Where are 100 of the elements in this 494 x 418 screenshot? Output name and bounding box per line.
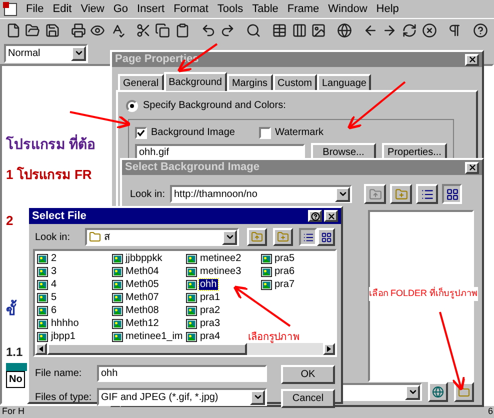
radio-label: Specify Background and Colors: [143, 99, 286, 113]
window-title: Select Background Image [125, 160, 260, 176]
list-entry[interactable]: pra5 [274, 253, 296, 264]
menu-item[interactable]: Insert [137, 0, 165, 18]
folder-icon [89, 231, 101, 243]
app-icon [4, 2, 17, 16]
menu-item[interactable]: Help [376, 0, 399, 18]
list-entry[interactable]: jbpp1 [50, 331, 76, 342]
image-file-icon [112, 318, 122, 328]
image-file-icon [112, 266, 122, 276]
menu-item[interactable]: Frame [287, 0, 320, 18]
list-entry[interactable]: pra6 [274, 266, 296, 277]
list-entry[interactable]: 5 [50, 292, 58, 303]
image-file-icon [186, 254, 197, 264]
look-in-dropdown[interactable]: ส [85, 228, 239, 246]
list-entry[interactable]: 3 [50, 266, 58, 277]
field-label: Look in: [130, 188, 166, 202]
checkbox[interactable] [135, 126, 147, 138]
image-file-icon [112, 332, 122, 342]
image-file-icon [186, 318, 197, 328]
tab[interactable]: Background [164, 72, 227, 91]
list-entry[interactable]: pra2 [199, 305, 222, 316]
checkbox[interactable] [259, 126, 271, 138]
style-dropdown[interactable]: Normal [4, 44, 88, 62]
list-entry[interactable]: Meth12 [124, 318, 160, 329]
document-text: โปรแกรม ที่ต้อ [6, 134, 95, 154]
ok-button[interactable]: OK [281, 365, 335, 384]
up-folder-icon[interactable] [364, 184, 386, 204]
field-label: Look in: [35, 230, 72, 244]
document-text: 2 [6, 212, 14, 230]
details-view-icon[interactable] [442, 184, 462, 204]
image-file-icon [37, 280, 48, 290]
image-file-icon [37, 318, 48, 328]
list-entry[interactable]: Meth08 [124, 305, 160, 316]
up-folder-icon[interactable] [247, 228, 267, 246]
image-file-icon [112, 306, 122, 316]
list-entry[interactable]: 6 [50, 305, 58, 316]
image-file-icon [37, 332, 48, 342]
list-entry[interactable]: ohh [199, 279, 218, 290]
menu-item[interactable]: View [80, 0, 104, 18]
file-name-field[interactable]: ohh [97, 365, 267, 382]
look-in-dropdown[interactable]: http://thamnoon/no [170, 185, 352, 203]
list-entry[interactable]: Meth05 [124, 279, 160, 290]
list-entry[interactable]: pra4 [199, 331, 222, 342]
list-entry[interactable]: metinee1_im [124, 331, 184, 342]
image-file-icon [112, 292, 122, 302]
file-type-dropdown[interactable]: GIF and JPEG (*.gif, *.jpg) [97, 388, 267, 406]
document-text: ขั้ [6, 300, 16, 321]
image-file-icon [260, 280, 272, 290]
status-text: For H [2, 405, 24, 418]
menu-item[interactable]: File [26, 0, 44, 18]
cancel-button[interactable]: Cancel [281, 389, 335, 408]
scroll-left-icon[interactable] [39, 346, 43, 352]
image-file-icon [37, 254, 48, 264]
image-file-icon [112, 254, 122, 264]
new-folder-icon[interactable] [390, 184, 412, 204]
menu-item[interactable]: Edit [52, 0, 72, 18]
tab[interactable]: Language [316, 74, 372, 90]
field-label: Files of type: [35, 390, 93, 404]
image-file-icon [260, 254, 272, 264]
new-folder-icon[interactable] [273, 228, 293, 246]
image-file-icon [37, 292, 48, 302]
help-icon[interactable] [308, 210, 322, 222]
list-entry[interactable]: metinee3 [199, 266, 242, 277]
close-icon[interactable] [465, 162, 479, 174]
list-entry[interactable]: jjbbppkk [124, 253, 164, 264]
list-entry[interactable]: pra7 [274, 279, 296, 290]
scroll-right-icon[interactable] [327, 346, 331, 352]
list-entry[interactable]: pra3 [199, 318, 222, 329]
list-entry[interactable]: pra1 [199, 292, 222, 303]
image-file-icon [186, 266, 197, 276]
image-file-icon [186, 280, 197, 290]
radio-button[interactable] [126, 100, 138, 112]
list-entry[interactable]: metinee2 [199, 253, 242, 264]
image-file-icon [186, 306, 197, 316]
close-icon[interactable] [465, 54, 479, 66]
list-entry[interactable]: Meth07 [124, 292, 160, 303]
image-file-icon [186, 292, 197, 302]
image-file-icon [37, 266, 48, 276]
menu-item[interactable]: Format [174, 0, 208, 18]
list-entry[interactable]: 4 [50, 279, 58, 290]
tab[interactable]: Custom [272, 74, 317, 90]
horizontal-scrollbar[interactable] [35, 343, 335, 355]
menu-item[interactable]: Window [328, 0, 368, 18]
annotation-text: เลือกรูปภาพ [248, 330, 300, 345]
page-tab[interactable]: No [6, 371, 26, 388]
image-file-icon [112, 280, 122, 290]
annotation-arrow [70, 111, 132, 130]
menu-item[interactable]: Go [113, 0, 128, 18]
list-entry[interactable]: 2 [50, 253, 58, 264]
menu-item[interactable]: Tools [217, 0, 244, 18]
list-entry[interactable]: Meth04 [124, 266, 160, 277]
list-view-icon[interactable] [299, 228, 317, 246]
image-file-icon [186, 332, 197, 342]
menu-item[interactable]: Table [252, 0, 278, 18]
globe-icon[interactable] [428, 382, 448, 402]
tab[interactable]: Margins [226, 74, 273, 90]
document-band [6, 363, 28, 371]
list-entry[interactable]: hhhho [50, 318, 80, 329]
close-icon[interactable] [324, 210, 338, 222]
